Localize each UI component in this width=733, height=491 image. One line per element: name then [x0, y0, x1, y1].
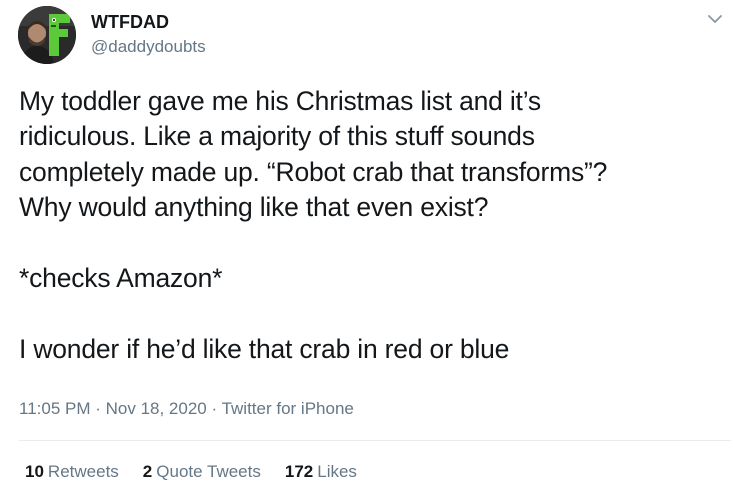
avatar-image [18, 6, 76, 64]
tweet-card: WTFDAD @daddydoubts My toddler gave me h… [0, 0, 733, 491]
tweet-time[interactable]: 11:05 PM [19, 399, 91, 418]
quote-tweets-stat[interactable]: 2 Quote Tweets [143, 462, 261, 482]
retweets-stat[interactable]: 10 Retweets [25, 462, 119, 482]
tweet-meta: 11:05 PM · Nov 18, 2020 · Twitter for iP… [19, 399, 354, 419]
tweet-date[interactable]: Nov 18, 2020 [106, 399, 207, 418]
display-name[interactable]: WTFDAD [91, 12, 169, 33]
retweets-count: 10 [25, 462, 44, 481]
likes-label: Likes [317, 462, 357, 481]
meta-separator: · [90, 399, 106, 418]
avatar[interactable] [18, 6, 76, 64]
retweets-label: Retweets [47, 462, 119, 481]
quote-tweets-label: Quote Tweets [156, 462, 261, 481]
tweet-stats: 10 Retweets 2 Quote Tweets 172 Likes [25, 462, 381, 482]
meta-separator: · [206, 399, 222, 418]
divider [19, 440, 731, 441]
likes-count: 172 [284, 462, 314, 481]
likes-stat[interactable]: 172 Likes [285, 462, 357, 482]
tweet-text: My toddler gave me his Christmas list an… [19, 86, 608, 364]
tweet-source[interactable]: Twitter for iPhone [222, 399, 354, 418]
chevron-down-icon[interactable] [704, 8, 726, 30]
user-handle[interactable]: @daddydoubts [91, 37, 206, 57]
quote-tweets-count: 2 [142, 462, 153, 481]
